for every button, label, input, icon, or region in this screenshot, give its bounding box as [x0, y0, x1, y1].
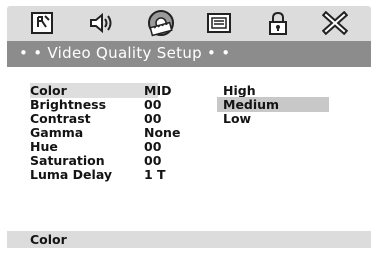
value-contrast: 00	[144, 111, 162, 126]
setting-luma-delay[interactable]: Luma Delay	[30, 167, 158, 182]
value-saturation: 00	[144, 153, 162, 168]
option-high[interactable]: High	[217, 83, 329, 98]
video-setup-icon[interactable]	[144, 9, 178, 37]
menu-title: • • Video Quality Setup • •	[19, 44, 231, 62]
setting-saturation[interactable]: Saturation	[30, 153, 158, 168]
exit-icon[interactable]	[320, 9, 350, 37]
password-lock-icon[interactable]	[263, 9, 293, 37]
value-color: MID	[144, 83, 172, 98]
value-gamma: None	[144, 125, 181, 140]
settings-panel: Color Brightness Contrast Gamma Hue Satu…	[7, 67, 371, 231]
status-text: Color	[30, 232, 67, 247]
option-medium[interactable]: Medium	[217, 97, 329, 112]
value-luma-delay: 1 T	[144, 167, 166, 182]
setting-contrast[interactable]: Contrast	[30, 111, 158, 126]
value-brightness: 00	[144, 97, 162, 112]
value-hue: 00	[144, 139, 162, 154]
setting-color[interactable]: Color	[30, 83, 158, 98]
audio-setup-icon[interactable]	[87, 9, 117, 37]
language-setup-icon[interactable]	[27, 9, 57, 37]
preferences-icon[interactable]	[204, 9, 234, 37]
setup-menu: • • Video Quality Setup • • Color Bright…	[7, 6, 371, 248]
option-low[interactable]: Low	[217, 111, 329, 126]
menu-title-bar: • • Video Quality Setup • •	[7, 41, 371, 67]
setting-brightness[interactable]: Brightness	[30, 97, 158, 112]
setting-gamma[interactable]: Gamma	[30, 125, 158, 140]
setting-hue[interactable]: Hue	[30, 139, 158, 154]
setup-toolbar	[7, 6, 371, 40]
status-bar: Color	[7, 231, 371, 248]
